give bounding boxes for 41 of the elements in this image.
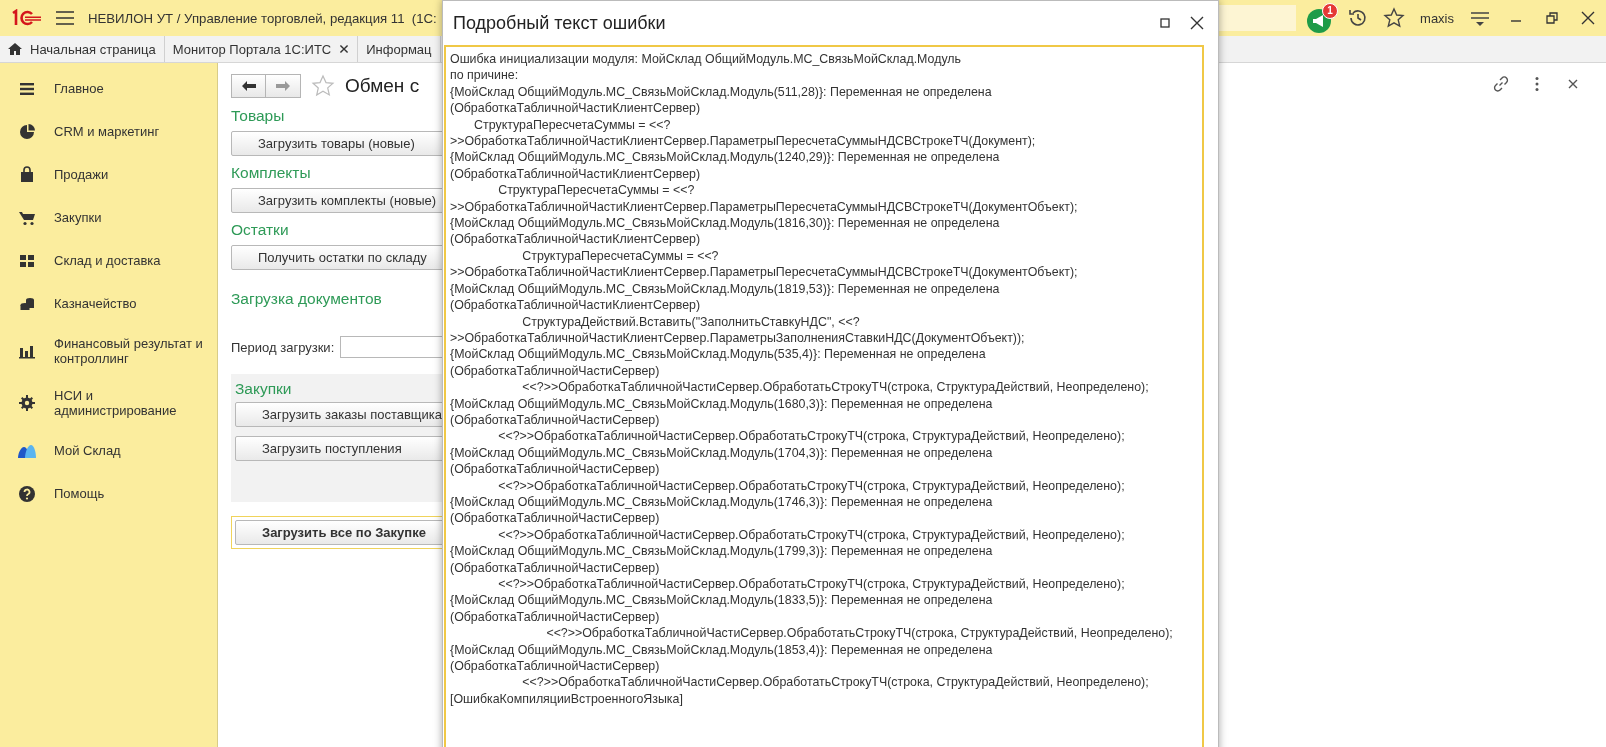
forward-arrow-icon: [275, 80, 291, 92]
sidebar-item[interactable]: Продажи: [0, 153, 217, 196]
close-icon[interactable]: [339, 44, 350, 54]
back-arrow-icon: [240, 80, 257, 92]
bag-icon: [18, 165, 36, 184]
gear-icon: [18, 394, 36, 412]
star-icon[interactable]: [311, 74, 335, 98]
section-heading: Товары: [231, 107, 285, 126]
form-title: Обмен с: [345, 75, 420, 97]
app-title: НЕВИЛОН УТ / Управление торговлей, редакция 11 (1С:: [88, 10, 437, 26]
sidebar-item[interactable]: Главное: [0, 67, 217, 110]
user-name[interactable]: maxis: [1420, 10, 1454, 26]
field-label: Период загрузки:: [231, 339, 335, 355]
tab[interactable]: Начальная страница: [0, 36, 165, 62]
section-heading: Остатки: [231, 221, 289, 240]
dialog-title: Подробный текст ошибки: [453, 12, 666, 34]
sidebar-item[interactable]: Мой Склад: [0, 429, 217, 472]
home-icon: [8, 42, 22, 56]
sidebar-item[interactable]: Финансовый результат и контроллинг: [0, 325, 217, 377]
help-icon: [18, 484, 36, 503]
menu-icon[interactable]: [56, 11, 74, 25]
sidebar-item[interactable]: Склад и доставка: [0, 239, 217, 282]
notification-badge: 1: [1322, 2, 1339, 19]
error-text-field[interactable]: Ошибка инициализации модуля: МойСклад ОбщийМодуль.МС_СвязьМойСклад.Модуль по причине: {МойСклад ОбщийМодуль.МС_СвязьМойСклад.Модуль(511,28)}: Переменная не определена (ОбработкаТабличнойЧастиКлиентСервер) СтруктураПересчетаСуммы = <<? >>ОбработкаТабличнойЧастиКлиентСервер.ПараметрыПересчетаСуммыНДСВСтрокеТЧ(Документ); {МойСклад ОбщийМодуль.МС_СвязьМойСклад.Модуль(1240,29)}: Переменная не определена (ОбработкаТабличнойЧастиКлиентСервер) СтруктураПересчетаСуммы = <<? >>ОбработкаТабличнойЧастиКлиентСервер.ПараметрыПересчетаСуммыНДСВСтрокеТЧ(ДокументОбъект); {МойСклад ОбщийМодуль.МС_СвязьМойСклад.Модуль(1816,30)}: Переменная не определена (ОбработкаТабличнойЧастиКлиентСервер) СтруктураПересчетаСуммы = <<? >>ОбработкаТабличнойЧастиКлиентСервер.ПараметрыПересчетаСуммыНДСВСтрокеТЧ(ДокументОбъект); {МойСклад ОбщийМодуль.МС_СвязьМойСклад.Модуль(1819,53)}: Переменная не определена (ОбработкаТабличнойЧастиКлиентСервер) СтруктураДействий.Вставить("ЗаполнитьСтавкуНДС", <<? >>ОбработкаТабличнойЧастиКлиентСервер.ПараметрыЗаполненияСтавкиНДС(ДокументОбъект)); {МойСклад ОбщийМодуль.МС_СвязьМойСклад.Модуль(535,4)}: Переменная не определена (ОбработкаТабличнойЧастиСервер) <<?>>ОбработкаТабличнойЧастиСервер.ОбработатьСтрокуТЧ(строка, СтруктураДействий, Неопределено); {МойСклад ОбщийМодуль.МС_СвязьМойСклад.Модуль(1680,3)}: Переменная не определена (ОбработкаТабличнойЧастиСервер) <<?>>ОбработкаТабличнойЧастиСервер.ОбработатьСтрокуТЧ(строка, СтруктураДействий, Неопределено); {МойСклад ОбщийМодуль.МС_СвязьМойСклад.Модуль(1704,3)}: Переменная не определена (ОбработкаТабличнойЧастиСервер) <<?>>ОбработкаТабличнойЧастиСервер.ОбработатьСтрокуТЧ(строка, СтруктураДействий, Неопределено); {МойСклад ОбщийМодуль.МС_СвязьМойСклад.Модуль(1746,3)}: Переменная не определена (ОбработкаТабличнойЧастиСервер) <<?>>ОбработкаТабличнойЧастиСервер.ОбработатьСтрокуТЧ(строка, СтруктураДействий, Неопределено); {МойСклад ОбщийМодуль.МС_СвязьМойСклад.Модуль(1799,3)}: Переменная не определена (ОбработкаТабличнойЧастиСервер) <<?>>ОбработкаТабличнойЧастиСервер.ОбработатьСтрокуТЧ(строка, СтруктураДействий, Неопределено); {МойСклад ОбщийМодуль.МС_СвязьМойСклад.Модуль(1833,5)}: Переменная не определена (ОбработкаТабличнойЧастиСервер) <<?>>ОбработкаТабличнойЧастиСервер.ОбработатьСтрокуТЧ(строка, СтруктураДействий, Неопределено); {МойСклад ОбщийМодуль.МС_СвязьМойСклад.Модуль(1853,4)}: Переменная не определена (ОбработкаТабличнойЧастиСервер) <<?>>ОбработкаТабличнойЧастиСервер.ОбработатьСтрокуТЧ(строка, СтруктураДействий, Неопределено); [ОшибкаКомпиляцииВстроенногоЯзыка]: [444, 45, 1204, 747]
section-heading: Загрузка документов: [231, 290, 382, 309]
group-heading: Закупки: [235, 380, 292, 399]
sidebar-item[interactable]: НСИ и администрирование: [0, 377, 217, 429]
back-button[interactable]: [231, 74, 266, 98]
pie-chart-icon: [18, 122, 36, 141]
notifications-button[interactable]: 1: [1306, 2, 1339, 34]
sidebar-item[interactable]: Помощь: [0, 472, 217, 515]
sidebar-item[interactable]: Закупки: [0, 196, 217, 239]
link-icon[interactable]: [1492, 75, 1510, 93]
sidebar-item[interactable]: CRM и маркетинг: [0, 110, 217, 153]
logo-icon: [10, 9, 42, 27]
sidebar-item[interactable]: Казначейство: [0, 282, 217, 325]
close-icon[interactable]: [1188, 14, 1206, 32]
star-icon[interactable]: [1383, 7, 1406, 29]
tab[interactable]: Монитор Портала 1С:ИТС: [164, 36, 359, 62]
tab[interactable]: Информац: [358, 36, 441, 62]
section-heading: Комплекты: [231, 164, 311, 183]
